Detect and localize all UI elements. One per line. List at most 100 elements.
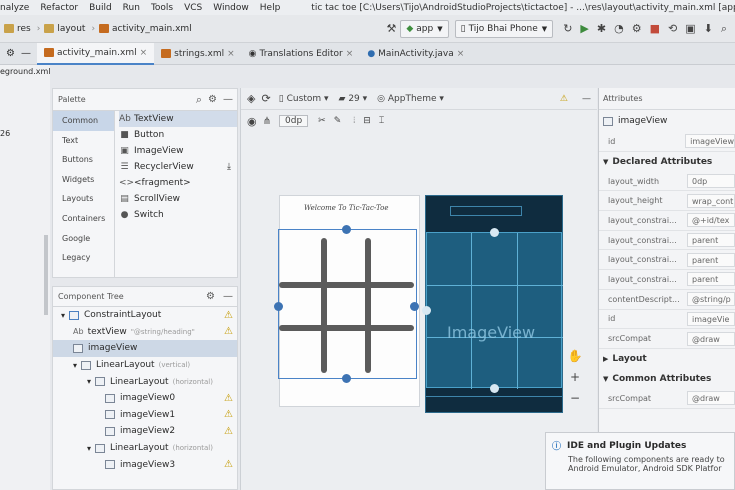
close-icon[interactable]: × bbox=[140, 48, 148, 58]
menu-vcs[interactable]: VCS bbox=[184, 3, 202, 13]
attr-value[interactable]: @+id/tex bbox=[687, 213, 735, 228]
avd-manager-icon[interactable]: ▣ bbox=[685, 22, 695, 35]
welcome-text[interactable]: Welcome To Tic-Tac-Toe bbox=[304, 204, 388, 212]
attr-value[interactable]: parent bbox=[687, 233, 735, 248]
breadcrumb-file[interactable]: activity_main.xml bbox=[99, 24, 192, 34]
common-attributes-header[interactable]: ▼ Common Attributes bbox=[599, 369, 735, 389]
minimize-icon[interactable]: — bbox=[223, 94, 233, 105]
declared-attributes-header[interactable]: ▼ Declared Attributes bbox=[599, 152, 735, 172]
infer-constraints-icon[interactable]: ✎ bbox=[334, 116, 342, 126]
guidelines-icon[interactable]: ⌶ bbox=[379, 116, 384, 126]
palette-item-imageview[interactable]: ▣ ImageView bbox=[119, 143, 237, 159]
constraint-handle-bottom[interactable] bbox=[490, 384, 499, 393]
category-google[interactable]: Google bbox=[53, 229, 114, 249]
minimize-icon[interactable]: — bbox=[21, 48, 31, 59]
category-containers[interactable]: Containers bbox=[53, 209, 114, 229]
constraint-handle-top[interactable] bbox=[490, 228, 499, 237]
default-margin-field[interactable]: 0dp bbox=[279, 115, 309, 127]
warning-icon[interactable]: ⚠ bbox=[224, 326, 233, 337]
constraint-handle-bottom[interactable] bbox=[342, 374, 351, 383]
device-dropdown[interactable]: ▯ Tijo Bhai Phone ▼ bbox=[454, 19, 554, 38]
attach-debugger-icon[interactable]: ⚙ bbox=[632, 22, 642, 35]
breadcrumb-layout[interactable]: layout bbox=[44, 24, 85, 34]
attr-id-field[interactable]: imageView bbox=[685, 134, 735, 149]
eye-icon[interactable]: ◉ bbox=[247, 115, 257, 128]
tab-activity-main[interactable]: activity_main.xml × bbox=[36, 42, 155, 65]
tab-translations-editor[interactable]: ◉ Translations Editor × bbox=[242, 43, 361, 65]
gear-icon[interactable]: ⚙ bbox=[206, 291, 215, 302]
warning-icon[interactable]: ⚠ bbox=[224, 409, 233, 420]
hammer-icon[interactable]: ⚒ bbox=[386, 22, 396, 35]
category-legacy[interactable]: Legacy bbox=[53, 248, 114, 268]
palette-item-button[interactable]: ■ Button bbox=[119, 127, 237, 143]
tree-row-textview[interactable]: Ab textView "@string/heading" ⚠ bbox=[53, 324, 237, 341]
pan-icon[interactable]: ✋ bbox=[567, 346, 583, 367]
menu-refactor[interactable]: Refactor bbox=[40, 3, 78, 13]
scrollbar[interactable] bbox=[44, 235, 48, 315]
api-dropdown[interactable]: ▰ 29 ▾ bbox=[339, 94, 368, 104]
tab-strings[interactable]: strings.xml × bbox=[154, 43, 242, 65]
attr-value[interactable]: parent bbox=[687, 252, 735, 267]
debug-icon[interactable]: ✱ bbox=[597, 22, 606, 35]
constraint-handle-left[interactable] bbox=[274, 302, 283, 311]
update-notification[interactable]: ⓘ IDE and Plugin Updates The following co… bbox=[545, 432, 735, 490]
rerun-icon[interactable]: ↻ bbox=[563, 22, 572, 35]
layout-section-header[interactable]: ▶ Layout bbox=[599, 349, 735, 369]
run-icon[interactable]: ▶ bbox=[580, 22, 588, 35]
palette-item-switch[interactable]: ● Switch bbox=[119, 207, 237, 223]
pack-icon[interactable]: ⦙ bbox=[353, 116, 355, 126]
close-icon[interactable]: × bbox=[457, 49, 465, 59]
constraint-handle-top[interactable] bbox=[342, 225, 351, 234]
warning-icon[interactable]: ⚠ bbox=[560, 94, 568, 104]
orientation-icon[interactable]: ⟳ bbox=[261, 92, 270, 105]
magnet-icon[interactable]: ⋔ bbox=[263, 116, 271, 127]
run-config-dropdown[interactable]: ◆ app ▼ bbox=[400, 19, 449, 38]
sync-icon[interactable]: ⟲ bbox=[668, 22, 677, 35]
blueprint-textview[interactable] bbox=[450, 206, 522, 216]
attr-value[interactable]: @draw bbox=[687, 331, 735, 346]
profile-icon[interactable]: ◔ bbox=[614, 22, 624, 35]
palette-item-fragment[interactable]: <> <fragment> bbox=[119, 175, 237, 191]
selected-imageview[interactable] bbox=[274, 225, 419, 383]
tree-row-imageview[interactable]: imageView bbox=[53, 340, 237, 357]
menu-tools[interactable]: Tools bbox=[151, 3, 173, 13]
category-layouts[interactable]: Layouts bbox=[53, 189, 114, 209]
tree-row-constraintlayout[interactable]: ▾ ConstraintLayout ⚠ bbox=[53, 307, 237, 324]
file-entry[interactable]: eground.xml bbox=[0, 67, 51, 76]
layers-icon[interactable]: ◈ bbox=[247, 92, 255, 105]
sdk-manager-icon[interactable]: ⬇ bbox=[704, 22, 713, 35]
menu-run[interactable]: Run bbox=[123, 3, 140, 13]
minimize-icon[interactable]: — bbox=[582, 94, 591, 104]
palette-item-textview[interactable]: Ab TextView bbox=[119, 111, 237, 127]
warning-icon[interactable]: ⚠ bbox=[224, 426, 233, 437]
tab-main-activity[interactable]: ● MainActivity.java × bbox=[360, 43, 471, 65]
warning-icon[interactable]: ⚠ bbox=[224, 459, 233, 470]
search-everywhere-icon[interactable]: ⌕ bbox=[721, 22, 727, 36]
category-common[interactable]: Common bbox=[53, 111, 114, 131]
blueprint-preview[interactable]: ImageView bbox=[422, 195, 563, 413]
theme-dropdown[interactable]: ◎ AppTheme ▾ bbox=[377, 94, 444, 104]
tree-row-imageview0[interactable]: imageView0 ⚠ bbox=[53, 390, 237, 407]
attr-value[interactable]: @string/p bbox=[687, 292, 735, 307]
menu-help[interactable]: Help bbox=[260, 3, 281, 13]
design-preview[interactable]: Welcome To Tic-Tac-Toe bbox=[274, 195, 420, 407]
warning-icon[interactable]: ⚠ bbox=[224, 310, 233, 321]
close-icon[interactable]: × bbox=[346, 49, 354, 59]
zoom-out-icon[interactable]: − bbox=[567, 388, 583, 409]
search-icon[interactable]: ⌕ bbox=[196, 93, 202, 107]
stop-icon[interactable]: ■ bbox=[650, 22, 660, 35]
menu-analyze[interactable]: nalyze bbox=[0, 3, 29, 13]
zoom-in-icon[interactable]: + bbox=[567, 367, 583, 388]
tree-row-imageview2[interactable]: imageView2 ⚠ bbox=[53, 423, 237, 440]
category-text[interactable]: Text bbox=[53, 131, 114, 151]
tree-row-imageview1[interactable]: imageView1 ⚠ bbox=[53, 407, 237, 424]
palette-item-recyclerview[interactable]: ☰ RecyclerView ⤓ bbox=[119, 159, 237, 175]
close-icon[interactable]: × bbox=[227, 49, 235, 59]
attr-value[interactable]: imageVie bbox=[687, 311, 735, 326]
attr-value[interactable]: wrap_cont bbox=[687, 193, 735, 208]
tree-row-linearlayout-horizontal-1[interactable]: ▾ LinearLayout (horizontal) bbox=[53, 373, 237, 390]
palette-item-scrollview[interactable]: ▤ ScrollView bbox=[119, 191, 237, 207]
menu-window[interactable]: Window bbox=[213, 3, 249, 13]
breadcrumb-res[interactable]: res bbox=[4, 24, 31, 34]
minimize-icon[interactable]: — bbox=[223, 291, 233, 302]
